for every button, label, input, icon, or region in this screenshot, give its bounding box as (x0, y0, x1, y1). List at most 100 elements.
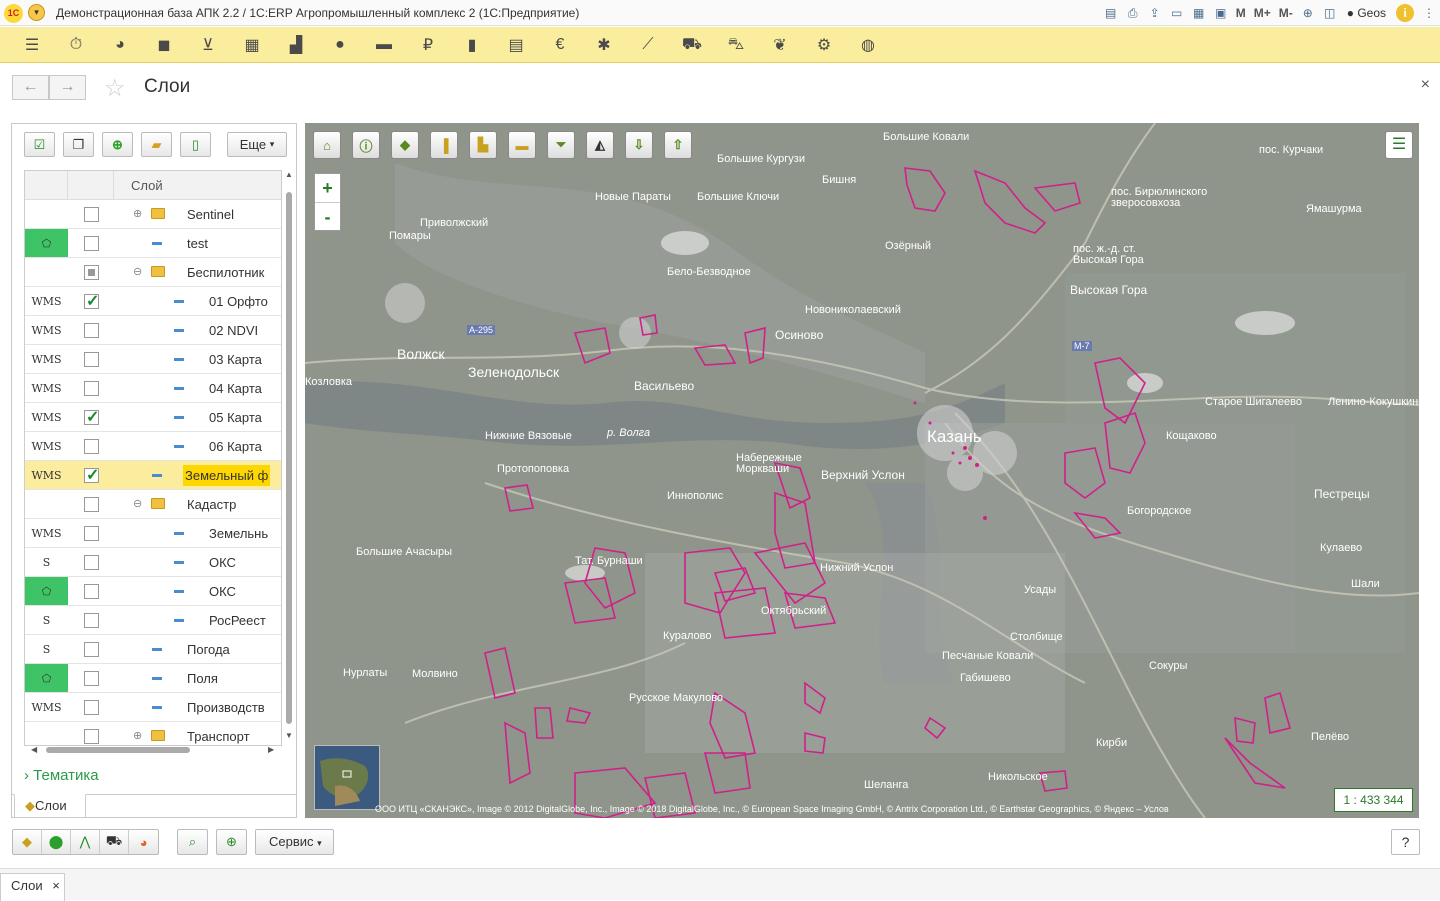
layer-row[interactable]: ⊖ Кадастр (25, 490, 281, 519)
layer-row[interactable]: WMS 01 Орфто (25, 287, 281, 316)
tree-vertical-scrollbar[interactable]: ▲ ▼ (284, 170, 296, 746)
layer-visibility-checkbox[interactable] (84, 497, 99, 512)
vehicles-mode-button[interactable]: ⛟ (100, 830, 129, 854)
zoom-in-button[interactable]: + (315, 174, 340, 202)
layer-visibility-checkbox[interactable] (84, 236, 99, 251)
calculator-icon[interactable]: ▤ (494, 27, 538, 63)
layer-row[interactable]: WMS Земельнь (25, 519, 281, 548)
layer-visibility-checkbox[interactable] (84, 323, 99, 338)
tab-layers[interactable]: ◆Слои (14, 794, 86, 818)
pan-button[interactable]: ◆ (391, 131, 419, 159)
grid-icon[interactable]: ▦ (230, 27, 274, 63)
filter-button[interactable]: ⏷ (547, 131, 575, 159)
pie-chart-icon[interactable]: ◕ (98, 27, 142, 63)
calendar-31-icon[interactable]: ▣ (1210, 2, 1232, 24)
uncheck-all-button[interactable]: ❐ (63, 132, 94, 157)
bag-icon[interactable]: ◼ (142, 27, 186, 63)
add-layer-button[interactable]: ⊕ (102, 132, 133, 157)
scroll-left-icon[interactable]: ◀ (31, 745, 37, 754)
forward-button[interactable]: → (49, 75, 86, 100)
import-button[interactable]: ⇩ (625, 131, 653, 159)
layer-visibility-checkbox[interactable] (84, 352, 99, 367)
scroll-up-icon[interactable]: ▲ (285, 170, 293, 179)
layer-visibility-checkbox[interactable] (84, 381, 99, 396)
layer-visibility-checkbox[interactable] (84, 465, 99, 485)
layer-row[interactable]: WMS 04 Карта (25, 374, 281, 403)
ruble-icon[interactable]: ₽ (406, 27, 450, 63)
layer-row[interactable]: ⬠ test (25, 229, 281, 258)
upload-icon[interactable]: ⇪ (1144, 2, 1166, 24)
service-menu-button[interactable]: Сервис ▾ (255, 829, 334, 855)
tractor-icon[interactable]: ⛟ (670, 27, 714, 63)
calendar-icon[interactable]: ▦ (1188, 2, 1210, 24)
layer-visibility-checkbox[interactable] (84, 729, 99, 744)
home-button[interactable]: ⌂ (313, 131, 341, 159)
menu-icon[interactable]: ☰ (10, 27, 54, 63)
layer-row[interactable]: WMS Производств (25, 693, 281, 722)
save-icon[interactable]: ▤ (1100, 2, 1122, 24)
thematic-section[interactable]: › Тематика (24, 767, 99, 784)
layer-visibility-checkbox[interactable] (84, 265, 99, 280)
minimap[interactable] (314, 745, 380, 810)
layer-visibility-checkbox[interactable] (84, 526, 99, 541)
zoom-icon[interactable]: ⊕ (1297, 2, 1319, 24)
more-button[interactable]: Еще ▾ (227, 132, 287, 157)
panel-icon[interactable]: ◫ (1319, 2, 1341, 24)
layer-row[interactable]: ⊖ Беспилотник (25, 258, 281, 287)
layer-visibility-checkbox[interactable] (84, 291, 99, 311)
info-button[interactable]: ⓘ (352, 131, 380, 159)
expand-toggle-icon[interactable]: ⊕ (133, 207, 142, 220)
layer-visibility-checkbox[interactable] (84, 671, 99, 686)
add-folder-button[interactable]: ▰ (141, 132, 172, 157)
layer-row[interactable]: S ОКС (25, 548, 281, 577)
main-menu-icon[interactable]: ▾ (28, 4, 45, 21)
layer-row[interactable]: WMS Земельный ф (25, 461, 281, 490)
person-icon[interactable]: ● (318, 27, 362, 63)
location-mode-button[interactable]: ⬤ (42, 830, 71, 854)
layers-mode-button[interactable]: ◆ (13, 830, 42, 854)
info-icon[interactable]: i (1396, 4, 1414, 22)
card-icon[interactable]: ▬ (362, 27, 406, 63)
layer-row[interactable]: S Погода (25, 635, 281, 664)
layer-row[interactable]: ⬠ Поля (25, 664, 281, 693)
truck-icon[interactable]: ⛍ (714, 27, 758, 63)
scroll-thumb[interactable] (286, 192, 292, 724)
map-view[interactable]: Большие Ковали Большие Кургузи Бишня Нов… (305, 123, 1419, 818)
user-name[interactable]: ● Geos (1341, 6, 1392, 20)
layer-row[interactable]: ⊕ Транспорт (25, 722, 281, 745)
column-header-layer[interactable]: Слой (131, 178, 163, 193)
wheat-icon[interactable]: ✱ (582, 27, 626, 63)
gear-icon[interactable]: ⚙ (802, 27, 846, 63)
add-document-button[interactable]: ▯ (180, 132, 211, 157)
layer-row[interactable]: WMS 05 Карта (25, 403, 281, 432)
layer-visibility-checkbox[interactable] (84, 584, 99, 599)
tree-horizontal-scrollbar[interactable]: ◀ ▶ (24, 744, 282, 756)
layer-visibility-checkbox[interactable] (84, 555, 99, 570)
memory-m-button[interactable]: M (1232, 6, 1250, 20)
crop-icon[interactable]: ❦ (758, 27, 802, 63)
chart-axes-icon[interactable]: ⟋ (626, 27, 670, 63)
print-preview-icon[interactable]: ▭ (1166, 2, 1188, 24)
euro-icon[interactable]: € (538, 27, 582, 63)
check-all-button[interactable]: ☑ (24, 132, 55, 157)
layer-visibility-checkbox[interactable] (84, 407, 99, 427)
expand-toggle-icon[interactable]: ⊖ (133, 265, 142, 278)
layer-visibility-checkbox[interactable] (84, 439, 99, 454)
bar-chart-icon[interactable]: ▮ (450, 27, 494, 63)
back-button[interactable]: ← (12, 75, 49, 100)
layer-row[interactable]: ⊕ Sentinel (25, 200, 281, 229)
layer-row[interactable]: S РосРеест (25, 606, 281, 635)
scroll-right-icon[interactable]: ▶ (268, 745, 274, 754)
memory-mminus-button[interactable]: M- (1275, 6, 1297, 20)
hscroll-thumb[interactable] (46, 747, 190, 753)
statistics-mode-button[interactable]: ◕ (129, 830, 158, 854)
export-button[interactable]: ⇧ (664, 131, 692, 159)
memory-mplus-button[interactable]: M+ (1250, 6, 1275, 20)
close-form-button[interactable]: × (1421, 76, 1430, 94)
measure-tool-button[interactable]: ▬ (508, 131, 536, 159)
layer-row[interactable]: WMS 06 Карта (25, 432, 281, 461)
favorite-star-icon[interactable]: ☆ (104, 74, 126, 103)
layer-row[interactable]: WMS 02 NDVI (25, 316, 281, 345)
print-icon[interactable]: ⎙ (1122, 2, 1144, 24)
layers-list-button[interactable]: ☰ (1385, 131, 1413, 159)
